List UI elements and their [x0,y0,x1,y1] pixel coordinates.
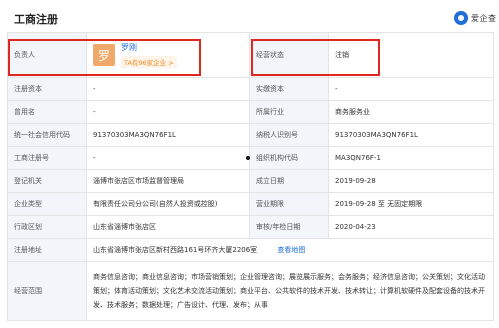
scope-value: 商务信息咨询；商业信息咨询；市场营销策划；企业管理咨询；展览展示服务；会务服务；… [86,261,494,321]
row-value: 2019-09-28 [328,169,494,193]
view-map-link[interactable]: 查看地图 [277,246,305,254]
row-label: 工商注册号 [7,146,87,170]
row-label: 营业期限 [249,192,329,216]
row-value: MA3QN76F-1 [328,146,494,170]
row-label: 曾用名 [7,100,87,124]
address-value: 山东省淄博市张店区新村西路161号环齐大厦2206室 [93,246,258,254]
row-value: - [86,77,250,101]
row-label: 企业类型 [7,192,87,216]
table-row: 登记机关 淄博市张店区市场监督管理局 成立日期 2019-09-28 [7,169,494,193]
highlight-box-representative [8,39,201,76]
table-row: 行政区划 山东省淄博市张店区 审核/年检日期 2020-04-23 [7,215,494,239]
table-row: 统一社会信用代码 91370303MA3QN76F1L 纳税人识别号 91370… [7,123,494,147]
row-label: 所属行业 [249,100,329,124]
row-label: 组织机构代码 [249,146,329,170]
row-value: 商务服务业 [328,100,494,124]
row-value: 91370303MA3QN76F1L [328,123,494,147]
row-value: 2019-09-28 至 无固定期限 [328,192,494,216]
row-label: 行政区划 [7,215,87,239]
table-row: 企业类型 有限责任公司分公司(自然人投资或控股) 营业期限 2019-09-28… [7,192,494,216]
table-row: 经营范围 商务信息咨询；商业信息咨询；市场营销策划；企业管理咨询；展览展示服务；… [7,261,494,321]
aiqicha-logo-icon [454,11,468,25]
row-value: - [328,77,494,101]
address-label: 注册地址 [7,238,87,262]
row-label: 纳税人识别号 [249,123,329,147]
row-value: - [86,100,250,124]
address-cell: 山东省淄博市张店区新村西路161号环齐大厦2206室 查看地图 [86,238,494,262]
row-value: - [86,146,250,170]
row-label: 注册资本 [7,77,87,101]
row-value: 有限责任公司分公司(自然人投资或控股) [86,192,250,216]
row-value: 山东省淄博市张店区 [86,215,250,239]
row-label: 统一社会信用代码 [7,123,87,147]
row-label: 登记机关 [7,169,87,193]
scope-label: 经营范围 [7,261,87,321]
logo-text: 爱企查 [471,13,497,23]
row-value: 2020-04-23 [328,215,494,239]
row-value: 淄博市张店区市场监督管理局 [86,169,250,193]
cursor-dot [246,156,250,160]
table-row: 注册资本 - 实缴资本 - [7,77,494,101]
row-label: 审核/年检日期 [249,215,329,239]
table-row: 注册地址 山东省淄博市张店区新村西路161号环齐大厦2206室 查看地图 [7,238,494,262]
table-row: 曾用名 - 所属行业 商务服务业 [7,100,494,124]
highlight-box-status [251,39,380,76]
aiqicha-logo[interactable]: 爱企查 [454,10,497,26]
row-label: 成立日期 [249,169,329,193]
section-title: 工商注册 [14,13,58,26]
row-label: 实缴资本 [249,77,329,101]
table-row: 工商注册号 - 组织机构代码 MA3QN76F-1 [7,146,494,170]
row-value: 91370303MA3QN76F1L [86,123,250,147]
